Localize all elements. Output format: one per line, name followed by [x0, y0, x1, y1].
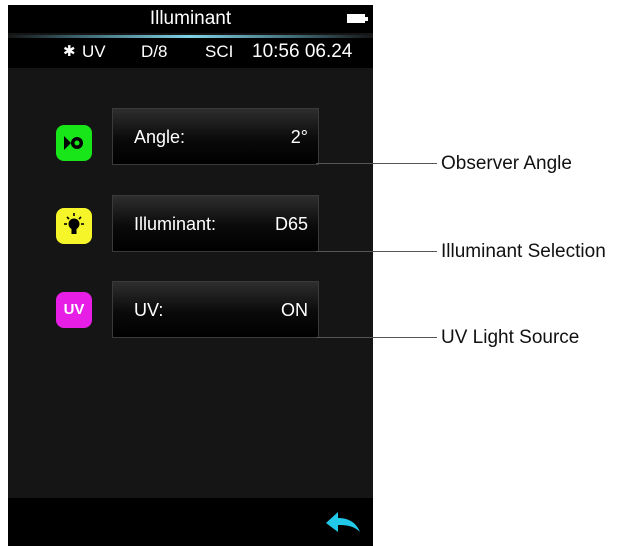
uv-button[interactable]: UV: ON: [112, 281, 319, 338]
callout-line-uv: [316, 337, 437, 338]
title-bar: Illuminant: [8, 5, 373, 33]
battery-icon: [347, 14, 368, 23]
callout-illuminant-selection: Illuminant Selection: [441, 241, 606, 262]
bottom-bar: [8, 498, 373, 546]
eye-icon: [56, 125, 92, 161]
uv-icon: UV: [56, 292, 92, 328]
callout-observer-angle: Observer Angle: [441, 153, 572, 174]
lightbulb-icon: [56, 208, 92, 244]
angle-value: 2°: [290, 127, 308, 147]
callout-uv-light-source: UV Light Source: [441, 327, 580, 348]
status-mode: SCI: [205, 42, 234, 61]
uv-label: UV:: [134, 300, 164, 320]
callout-line-angle: [316, 163, 437, 164]
illuminant-button[interactable]: Illuminant: D65: [112, 195, 319, 252]
status-uv: UV: [82, 42, 106, 61]
uv-icon-text: UV: [63, 301, 85, 318]
status-bar: ✱ UV D/8 SCI 10:56 06.24: [8, 38, 373, 68]
callout-line-illuminant: [316, 251, 437, 252]
angle-label: Angle:: [134, 127, 186, 147]
back-arrow-icon[interactable]: [324, 508, 362, 536]
illuminant-value: D65: [274, 214, 308, 234]
device-screen: Illuminant ✱ UV D/8 SCI 10:56 06.24 Angl…: [8, 5, 373, 546]
angle-button[interactable]: Angle: 2°: [112, 108, 319, 165]
bluetooth-icon: ✱: [63, 43, 76, 60]
uv-value: ON: [281, 300, 308, 320]
status-geometry: D/8: [141, 42, 168, 61]
page-title: Illuminant: [149, 8, 232, 29]
illuminant-label: Illuminant:: [134, 214, 217, 234]
status-time: 10:56 06.24: [252, 41, 353, 62]
